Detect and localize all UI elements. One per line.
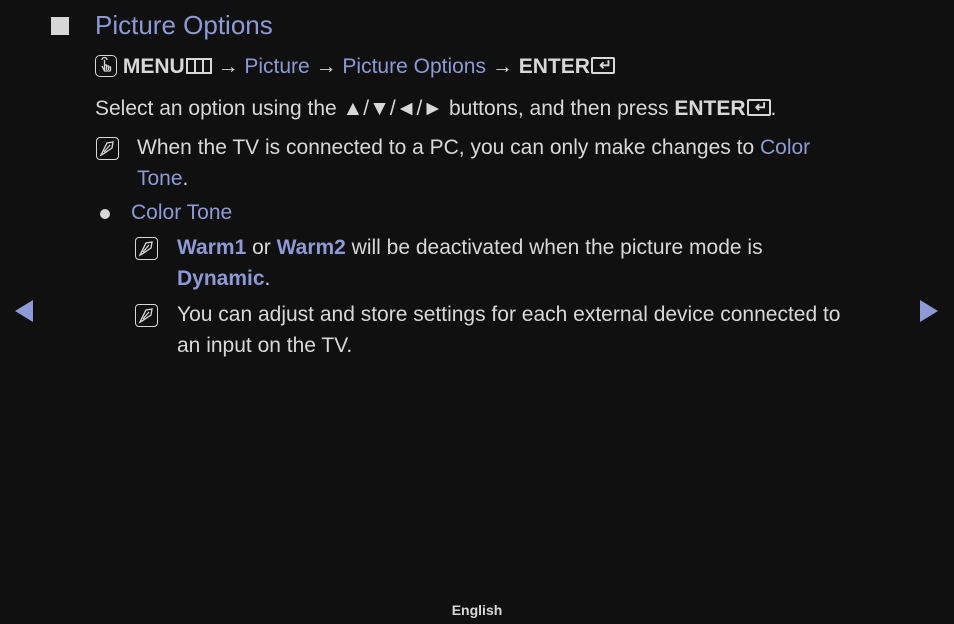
note-icon (96, 137, 119, 160)
path-arrow: → (217, 55, 239, 78)
menu-path: MENU → Picture → Picture Options → ENTER… (95, 55, 615, 79)
path-arrow: → (491, 55, 513, 78)
note-warm-text: will be deactivated when the picture mod… (345, 236, 763, 259)
menu-label: MENU (122, 55, 185, 78)
instruction-post: . (770, 97, 777, 120)
remote-hand-icon (95, 55, 117, 77)
note-warm-post: . (264, 267, 271, 290)
enter-icon: ↵ (590, 57, 615, 74)
note-icon (135, 304, 158, 327)
path-arrow: → (315, 55, 337, 78)
enter-label: ENTER (518, 55, 590, 78)
option-color-tone: Color Tone (131, 201, 233, 224)
instruction-enter: ENTER (674, 97, 746, 120)
instruction-text: Select an option using the ▲/▼/◄/► butto… (95, 97, 776, 121)
note-pc-highlight: Tone (137, 167, 183, 190)
note-adjust-line2: an input on the TV. (177, 334, 353, 357)
note-warm: Warm1 or Warm2 will be deactivated when … (177, 232, 897, 294)
path-step-picture-options: Picture Options (342, 55, 486, 78)
prev-page-arrow-icon[interactable] (15, 300, 33, 322)
note-warm-highlight: Warm2 (276, 236, 346, 259)
language-label: English (451, 602, 503, 618)
path-step-picture: Picture (244, 55, 310, 78)
page-title: Picture Options (95, 10, 273, 40)
list-bullet-icon (100, 209, 110, 219)
note-pc-text: When the TV is connected to a PC, you ca… (137, 136, 760, 159)
note-warm-highlight: Dynamic (177, 267, 265, 290)
note-warm-highlight: Warm1 (177, 236, 247, 259)
note-adjust-line1: You can adjust and store settings for ea… (177, 303, 841, 326)
note-warm-text: or (246, 236, 277, 259)
note-pc: When the TV is connected to a PC, you ca… (137, 132, 897, 194)
note-pc-post: . (182, 167, 189, 190)
note-icon (135, 237, 158, 260)
menu-grid-icon (185, 58, 212, 74)
instruction-pre: Select an option using the ▲/▼/◄/► butto… (95, 97, 675, 120)
section-bullet-icon (51, 17, 69, 35)
note-adjust: You can adjust and store settings for ea… (177, 299, 907, 361)
enter-icon: ↵ (746, 99, 771, 116)
next-page-arrow-icon[interactable] (920, 300, 938, 322)
note-pc-highlight: Color (759, 136, 811, 159)
